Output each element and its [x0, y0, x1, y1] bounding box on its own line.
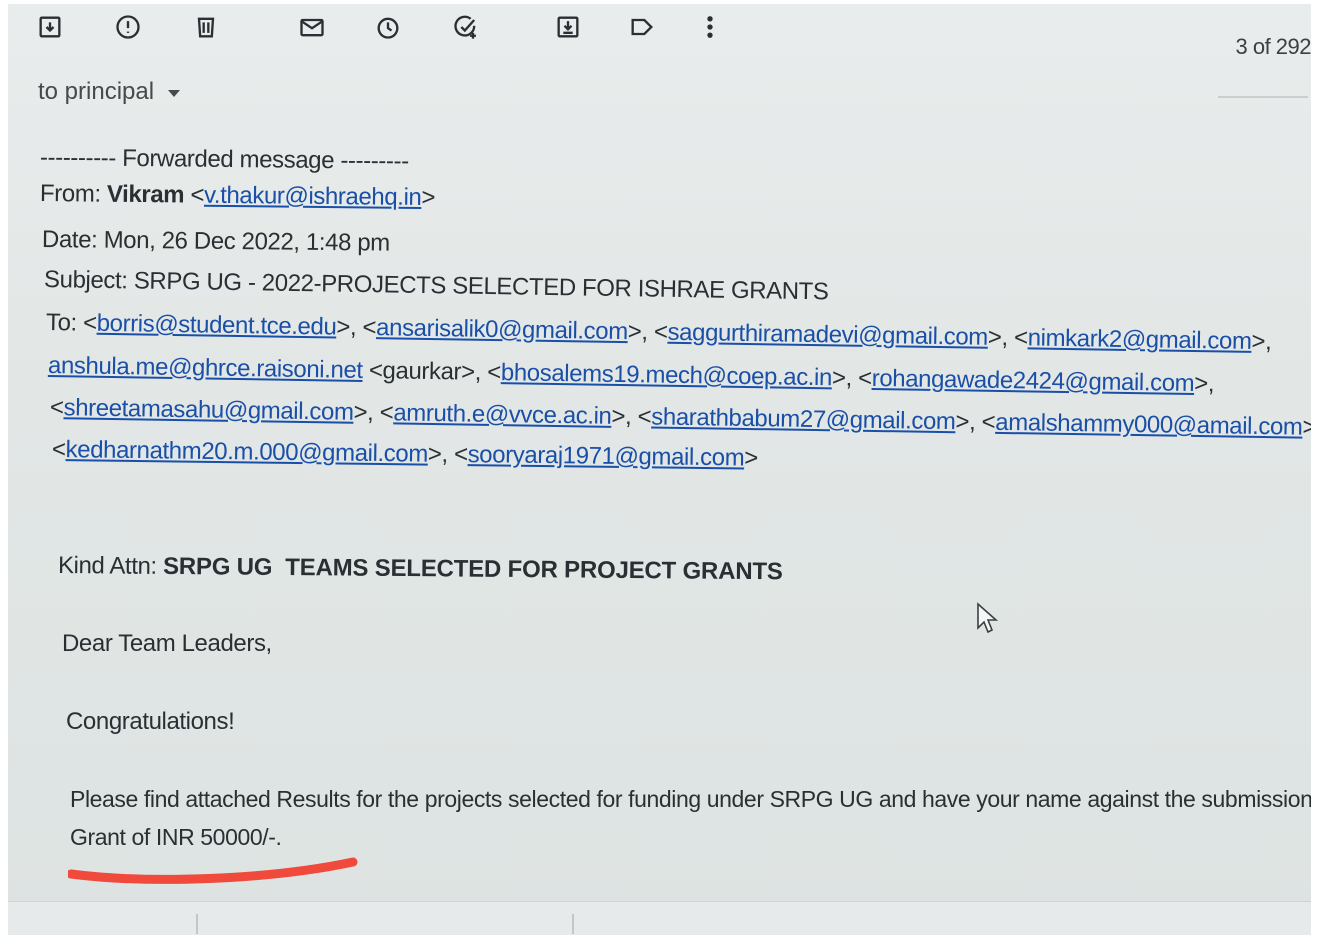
recipient-dropdown[interactable]: to principal: [38, 78, 181, 106]
mark-unread-icon[interactable]: [296, 6, 328, 48]
sender-email-link[interactable]: v.thakur@ishraehq.in: [204, 182, 422, 211]
body-paragraph-line-2: Grant of INR 50000/-.: [70, 824, 282, 850]
to-line-4: <kedharnathm20.m.000@gmail.com>, <soorya…: [51, 436, 759, 472]
to-line-3: <shreetamasahu@gmail.com>, <amruth.e@vvc…: [49, 394, 1311, 441]
email-view: 3 of 292 to principal ---------- Forward…: [8, 4, 1311, 935]
recipient-label: to principal: [38, 78, 155, 105]
to-line-1: To: <borris@student.tce.edu>, <ansarisal…: [45, 309, 1272, 356]
divider: [1218, 96, 1308, 98]
body-paragraph-line-1: Please find attached Results for the pro…: [70, 786, 1311, 812]
divider: [196, 914, 198, 934]
red-underline-annotation: [68, 857, 358, 884]
recipient-email-link[interactable]: rohangawade2424@gmail.com: [872, 365, 1195, 397]
photo-margin-right: [1311, 0, 1327, 935]
to-line-2: anshula.me@ghrce.raisoni.net <gaurkar>, …: [47, 352, 1215, 398]
sender-name: Vikram: [106, 180, 185, 209]
recipient-email-link[interactable]: anshula.me@ghrce.raisoni.net: [48, 352, 363, 384]
message-counter: 3 of 292: [1235, 34, 1311, 59]
snooze-icon[interactable]: [372, 6, 404, 48]
recipient-email-link[interactable]: sharathbabum27@gmail.com: [651, 403, 956, 435]
mouse-pointer-icon: [977, 602, 999, 634]
report-spam-icon[interactable]: [112, 6, 144, 48]
move-to-icon[interactable]: [552, 6, 584, 48]
recipient-email-link[interactable]: kedharnathm20.m.000@gmail.com: [65, 436, 428, 467]
photo-margin-left: [0, 0, 8, 935]
recipient-email-link[interactable]: ansarisalik0@gmail.com: [376, 314, 628, 345]
attn-line: Kind Attn: SRPG UG TEAMS SELECTED FOR PR…: [57, 552, 783, 586]
label-icon[interactable]: [626, 6, 658, 48]
archive-icon[interactable]: [34, 6, 66, 48]
recipient-email-link[interactable]: sooryaraj1971@gmail.com: [467, 441, 744, 471]
subject-line: Subject: SRPG UG - 2022-PROJECTS SELECTE…: [43, 266, 829, 306]
recipient-email-link[interactable]: borris@student.tce.edu: [97, 310, 337, 341]
subject-value: SRPG UG - 2022-PROJECTS SELECTED FOR ISH…: [133, 267, 829, 306]
chevron-down-icon: [168, 90, 181, 97]
recipient-email-link[interactable]: amalshammy000@amail.com: [995, 409, 1303, 441]
recipient-email-link[interactable]: shreetamasahu@gmail.com: [63, 394, 353, 426]
forwarded-header: ---------- Forwarded message ---------: [39, 144, 409, 175]
delete-icon[interactable]: [190, 6, 222, 48]
recipient-email-link[interactable]: nimkark2@gmail.com: [1027, 324, 1251, 355]
congrats-line: Congratulations!: [66, 708, 235, 735]
recipient-email-link[interactable]: bhosalems19.mech@coep.ac.in: [501, 359, 832, 391]
recipient-email-link[interactable]: saggurthiramadevi@gmail.com: [667, 319, 988, 351]
more-icon[interactable]: [694, 6, 726, 48]
from-line: From: Vikram <v.thakur@ishraehq.in>: [39, 180, 436, 212]
add-task-icon[interactable]: [450, 6, 482, 48]
email-toolbar: 3 of 292: [8, 4, 1311, 62]
bottom-bar: [8, 901, 1311, 935]
date-value: Mon, 26 Dec 2022, 1:48 pm: [103, 226, 390, 257]
attn-value: SRPG UG TEAMS SELECTED FOR PROJECT GRANT…: [162, 552, 783, 586]
greeting: Dear Team Leaders,: [62, 630, 272, 657]
date-line: Date: Mon, 26 Dec 2022, 1:48 pm: [41, 226, 390, 257]
recipient-email-link[interactable]: amruth.e@vvce.ac.in: [393, 399, 612, 429]
divider: [572, 914, 574, 934]
